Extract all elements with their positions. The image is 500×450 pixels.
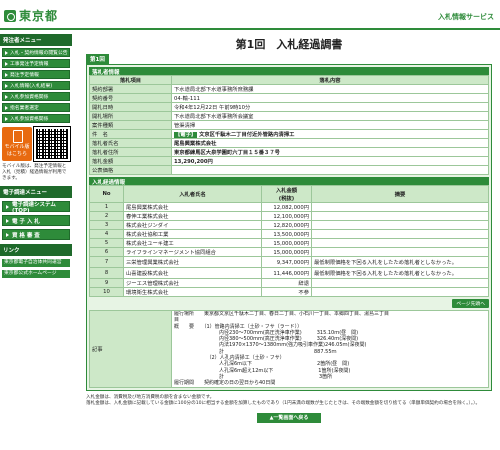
column-header: 入札者氏名 (123, 185, 262, 203)
ds-system-top-button[interactable]: 電子調達システム(TOP) (2, 201, 70, 214)
logo-text: 東京都 (19, 9, 59, 23)
column-header: 落札内容 (171, 75, 489, 85)
column-header: 入札金額 (税抜) (261, 185, 312, 203)
ds-menu-title: 電子調達メニュー (0, 186, 72, 198)
table-row: 件 名【電子】 文京区千駄木二丁目付近外管路内清掃工 (89, 129, 489, 139)
table-row: 契約番号 04-輸-111 (89, 93, 489, 103)
tokyo-logo[interactable]: 東京都 (4, 7, 58, 24)
table-row: 落札者住所 東京都練馬区大泉学園町六丁目１５番３７号 (89, 147, 489, 157)
qr-code-icon (33, 126, 71, 162)
arrow-icon (6, 232, 9, 237)
arrow-icon (5, 105, 8, 110)
remarks-table: 記事 履行場所 東京都文京区千駄木二丁目、春日二丁目、小石川一丁目、本郷四丁目、… (89, 310, 489, 388)
page-title: 第1回 入札経過調書 (235, 38, 343, 51)
winner-info-table: 落札項目 落札内容 契約部署 下水道局北部下水道事務所庶務課 契約番号 04-輸-1… (89, 75, 489, 175)
table-row: 8 山喜建設株式会社 11,446,000円 最低制限価格を下回る入札をしたため落札者… (89, 267, 489, 279)
page-top-area: ページ先頭へ (89, 299, 489, 308)
column-header: No (89, 185, 124, 203)
table-row: 10 環境衛生株式会社 不参 (89, 287, 489, 297)
bid-table: No 入札者氏名 入札金額 (税抜) 摘要 1 尾島興業株式会社 12,082,00… (89, 185, 489, 297)
table-row: 公表価格 (89, 165, 489, 175)
page-header: 東京都 入札情報サービス (0, 0, 500, 30)
page-top-button[interactable]: ページ先頭へ (452, 299, 489, 308)
qualification-review-button[interactable]: 資 格 審 査 (2, 229, 70, 240)
mobile-button[interactable]: モバイル版 はこちら (2, 127, 32, 161)
column-header: 摘要 (311, 185, 489, 203)
table-row: 開札日時 令和4年12月22日 午前9時10分 (89, 102, 489, 112)
tokyo-emblem-icon (4, 9, 16, 22)
sidebar-item-construction-plan[interactable]: 工事発注予定情報 (2, 59, 70, 68)
section-title-bids: 入札経過情報 (89, 177, 489, 186)
table-row: 5 株式会社ユーキ建工 15,000,000円 (89, 238, 489, 248)
sidebar-item-order-plan[interactable]: 発注予定情報 (2, 70, 70, 79)
remarks-text: 履行場所 東京都文京区千駄木二丁目、春日二丁目、小石川一丁目、本郷四丁目、湯島三… (174, 311, 390, 387)
column-header: 落札項目 (89, 75, 172, 85)
remarks-label: 記事 (89, 310, 172, 388)
sidebar-item-bid-notice[interactable]: 入札・契約情報の閲覧公告 (2, 48, 70, 57)
arrow-icon (5, 116, 8, 121)
table-row: 4 株式会社協和工業 13,500,000円 (89, 229, 489, 239)
table-row: 3 株式会社ジンダイ 12,820,000円 (89, 220, 489, 230)
main-content: 第1回 入札経過調書 第1回 落札者情報 落札項目 落札内容 契約部署 下水道局北… (86, 30, 492, 450)
table-row: 1 尾島興業株式会社 12,082,000円 (89, 202, 489, 212)
link-e-gov[interactable]: 東京都電子自治体共同運営 (2, 259, 70, 267)
arrow-icon (5, 50, 8, 55)
arrow-icon (5, 83, 8, 88)
table-row: 開札場所 下水道局北部下水道事務所会議室 (89, 111, 489, 121)
back-to-list-button[interactable]: ▲一覧画面へ戻る (257, 412, 321, 423)
sidebar: 発注者メニュー 入札・契約情報の閲覧公告 工事発注予定情報 発注予定情報 入札情… (0, 30, 72, 450)
menu-title: 発注者メニュー (0, 34, 72, 46)
table-row: 落札金額 13,290,200円 (89, 156, 489, 166)
mobile-note: モバイル版は、発注予定情報と入札（見積）経過情報が利用できます。 (2, 164, 67, 181)
service-name: 入札情報サービス (438, 13, 494, 21)
link-tokyo-official[interactable]: 東京都公式ホームページ (2, 270, 70, 278)
electronic-badge: 【電子】 (174, 132, 198, 138)
sidebar-item-designation[interactable]: 指名業者選定 (2, 103, 70, 112)
sidebar-item-bid-results[interactable]: 入札情報(入札結果) (2, 81, 70, 90)
arrow-icon (6, 204, 9, 209)
arrow-icon (6, 218, 9, 223)
table-row: 9 ジーエス管理株式会社 辞退 (89, 278, 489, 288)
arrow-icon (5, 61, 8, 66)
tab-round-1[interactable]: 第1回 (86, 54, 109, 64)
arrow-icon (5, 72, 8, 77)
sidebar-item-qualification-2[interactable]: 入札参加資格関係 (2, 114, 70, 123)
table-row: 2 春伸工業株式会社 12,100,000円 (89, 211, 489, 221)
table-row: 落札者氏名 尾島興業株式会社 (89, 138, 489, 148)
table-row: 7 三栄管理興業株式会社 9,347,000円 最低制限価格を下回る入札をしたため落札… (89, 256, 489, 268)
links-title: リンク (0, 244, 72, 256)
result-panel: 落札者情報 落札項目 落札内容 契約部署 下水道局北部下水道事務所庶務課 契約番号… (86, 64, 492, 391)
e-bid-button[interactable]: 電 子 入 札 (2, 215, 70, 226)
section-title-winner: 落札者情報 (89, 67, 489, 76)
table-row: 6 ライフラインマネージメント協同組合 15,000,000円 (89, 247, 489, 257)
sidebar-item-qualification[interactable]: 入札参加資格関係 (2, 92, 70, 101)
table-row: 契約部署 下水道局北部下水道事務所庶務課 (89, 84, 489, 94)
table-row: 案件種類 管渠清掃 (89, 120, 489, 130)
footer-note: 入札金額は、消費税及び地方消費税の額を含まない金額です。 落札金額は、入札金額に… (86, 394, 481, 406)
mobile-section: モバイル版 はこちら (2, 126, 71, 162)
arrow-icon (5, 94, 8, 99)
